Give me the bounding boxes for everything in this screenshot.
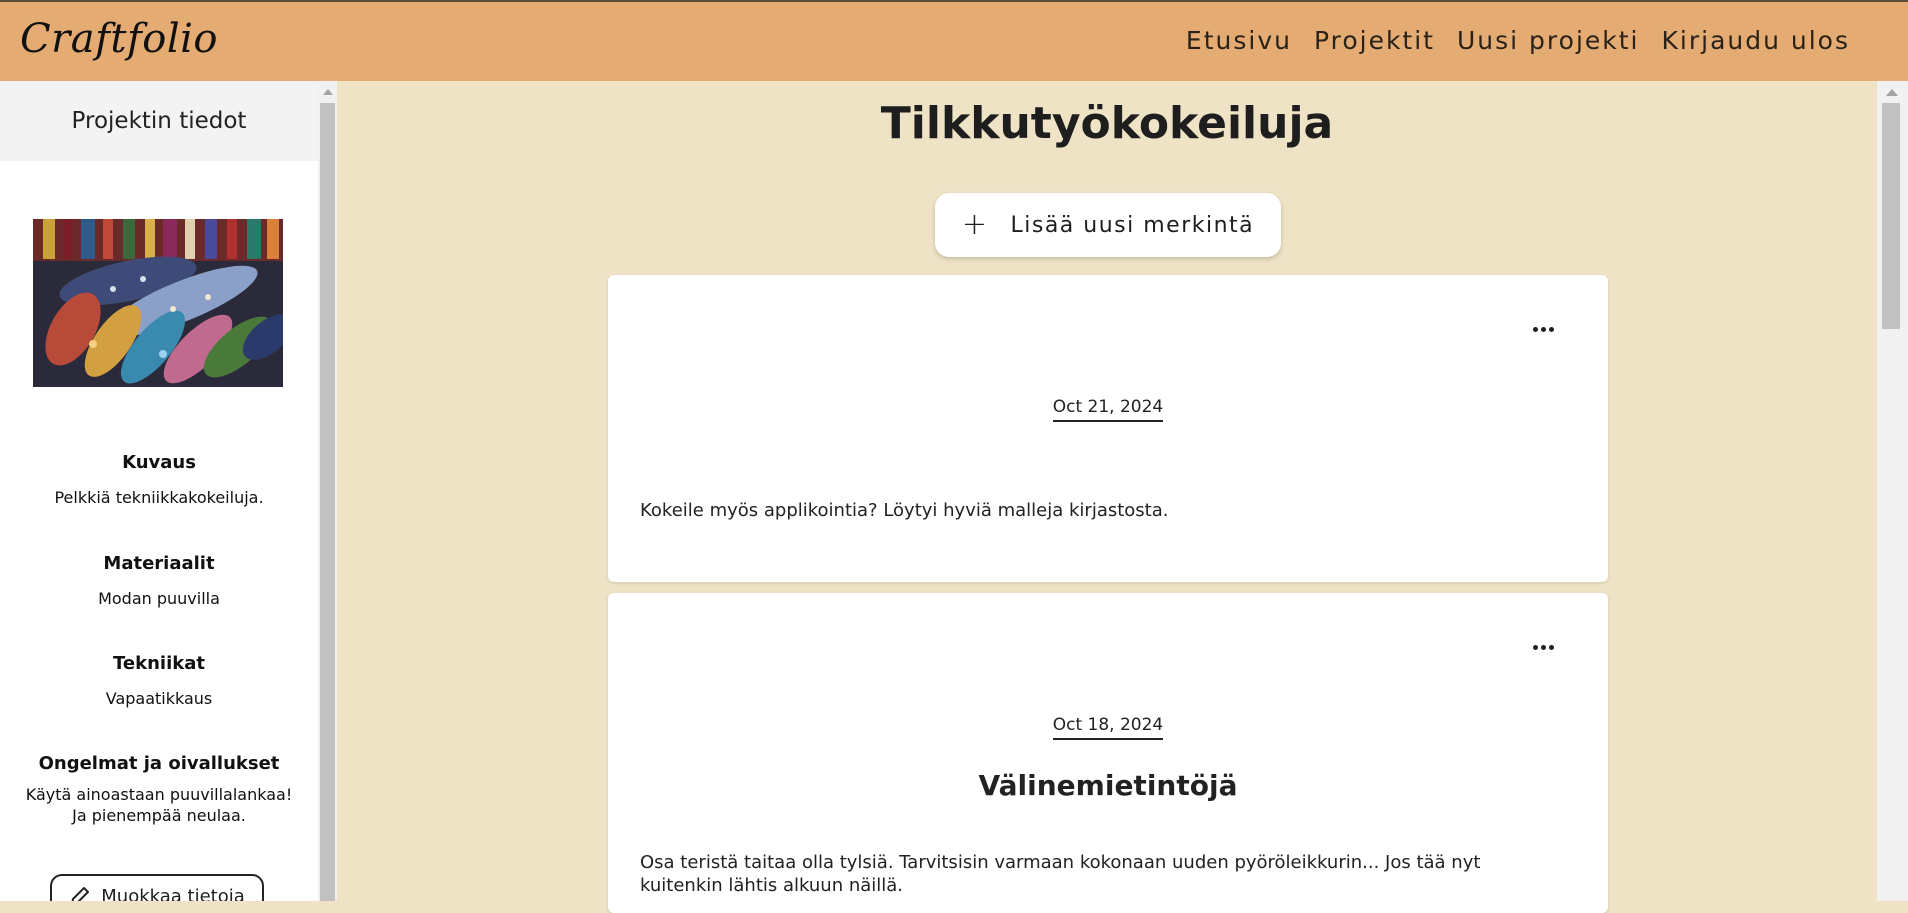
app-logo[interactable]: Craftfolio <box>20 16 218 62</box>
section-text: Modan puuvilla <box>98 589 220 608</box>
entry-date: Oct 18, 2024 <box>608 715 1608 740</box>
entry-date-text: Oct 18, 2024 <box>1052 715 1164 740</box>
section-title: Ongelmat ja oivallukset <box>38 753 280 774</box>
section-title: Materiaalit <box>103 553 215 574</box>
project-image <box>33 219 283 387</box>
sidebar-scroll-thumb[interactable] <box>320 103 335 901</box>
top-navbar: Craftfolio Etusivu Projektit Uusi projek… <box>0 0 1908 81</box>
project-sidebar: Projektin tiedot Kuvaus Pelkkiä tekniikk… <box>0 81 318 901</box>
edit-project-label: Muokkaa tietoja <box>101 885 245 902</box>
fabric-rolls-image <box>33 219 283 387</box>
edit-project-button[interactable]: Muokkaa tietoja <box>50 874 264 901</box>
section-title: Kuvaus <box>122 452 196 473</box>
entry-date: Oct 21, 2024 <box>608 397 1608 422</box>
nav-link-projektit[interactable]: Projektit <box>1314 26 1435 55</box>
section-text: Pelkkiä tekniikkakokeiluja. <box>54 488 264 507</box>
sidebar-section-ongelmat: Ongelmat ja oivallukset Käytä ainoastaan… <box>0 753 318 826</box>
sidebar-section-kuvaus: Kuvaus Pelkkiä tekniikkakokeiluja. <box>0 452 318 508</box>
main-scroll-thumb[interactable] <box>1882 103 1900 329</box>
more-options-icon[interactable] <box>1529 641 1558 654</box>
section-text: Vapaatikkaus <box>105 689 213 708</box>
main-nav: Etusivu Projektit Uusi projekti Kirjaudu… <box>1186 26 1850 55</box>
section-title: Tekniikat <box>113 653 205 674</box>
entry-date-text: Oct 21, 2024 <box>1052 397 1164 422</box>
nav-link-uusi-projekti[interactable]: Uusi projekti <box>1457 26 1640 55</box>
main-scrollbar[interactable] <box>1877 81 1908 901</box>
entry-text: Osa teristä taitaa olla tylsiä. Tarvitsi… <box>640 852 1481 896</box>
sidebar-section-tekniikat: Tekniikat Vapaatikkaus <box>0 653 318 709</box>
scroll-up-arrow-icon[interactable] <box>323 89 333 95</box>
entry-card: Oct 18, 2024 Välinemietintöjä Osa terist… <box>608 593 1608 913</box>
add-entry-button[interactable]: + Lisää uusi merkintä <box>935 193 1281 257</box>
entry-text: Kokeile myös applikointia? Löytyi hyviä … <box>640 500 1169 521</box>
sidebar-scrollbar[interactable] <box>318 81 337 901</box>
entry-card: Oct 21, 2024 Kokeile myös applikointia? … <box>608 275 1608 582</box>
nav-link-etusivu[interactable]: Etusivu <box>1186 26 1292 55</box>
more-options-icon[interactable] <box>1529 323 1558 336</box>
entry-heading: Välinemietintöjä <box>978 769 1238 802</box>
section-text: Käytä ainoastaan puuvillalankaa! Ja pien… <box>25 785 293 825</box>
plus-icon: + <box>961 207 989 242</box>
nav-link-kirjaudu-ulos[interactable]: Kirjaudu ulos <box>1662 26 1851 55</box>
sidebar-heading: Projektin tiedot <box>0 81 318 161</box>
page-title: Tilkkutyökokeiluja <box>880 98 1334 149</box>
sidebar-section-materiaalit: Materiaalit Modan puuvilla <box>0 553 318 609</box>
scroll-up-arrow-icon[interactable] <box>1886 89 1898 96</box>
pencil-icon <box>71 887 90 901</box>
add-entry-label: Lisää uusi merkintä <box>1010 212 1255 238</box>
